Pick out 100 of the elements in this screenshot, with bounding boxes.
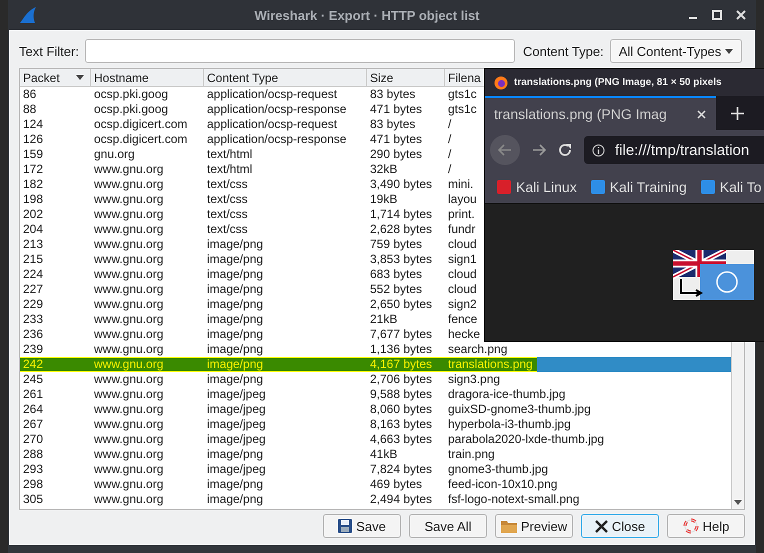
new-tab-icon[interactable] — [731, 106, 744, 120]
lifebuoy-icon — [682, 518, 699, 534]
table-cell-text: text/css — [206, 207, 249, 222]
tab-title: translations.png (PNG Imag — [494, 106, 667, 122]
table-cell-text: application/ocsp-response — [206, 102, 348, 117]
table-cell-text: 239 — [22, 342, 44, 357]
table-cell-text: 471 bytes — [369, 102, 424, 117]
dialog-button[interactable]: Save — [323, 514, 401, 538]
table-cell: image/png — [204, 357, 367, 372]
reload-icon[interactable] — [558, 143, 572, 157]
table-cell-text: 182 — [22, 177, 44, 192]
table-cell-text: www.gnu.org — [93, 417, 164, 432]
table-cell-text: text/html — [206, 162, 254, 177]
scroll-down-icon[interactable] — [734, 500, 742, 505]
dialog-button[interactable]: Preview — [495, 514, 573, 538]
table-row[interactable]: 245 www.gnu.org image/png 2,706 bytes sign3.png — [20, 372, 731, 387]
table-row[interactable]: 267 www.gnu.org image/jpeg 8,163 bytes hyperbola-i3-thumb.jpg — [20, 417, 731, 432]
dialog-button[interactable]: Help — [667, 514, 745, 538]
dropdown-arrow-icon — [724, 48, 733, 54]
table-cell-text: 229 — [22, 297, 44, 312]
x-icon — [594, 520, 608, 532]
folder-icon — [500, 519, 517, 533]
bookmark[interactable]: Kali To — [700, 178, 762, 194]
table-cell-text: image/png — [206, 252, 264, 267]
table-cell-text: sign2 — [447, 297, 477, 312]
back-button[interactable] — [490, 135, 520, 165]
table-cell-text: www.gnu.org — [93, 402, 164, 417]
table-row[interactable]: 305 www.gnu.org image/png 2,494 bytes fsf-logo-notext-small.png — [20, 492, 731, 507]
table-cell-text: feed-icon-10x10.png — [447, 477, 558, 492]
table-cell-text: layou — [447, 192, 477, 207]
table-cell-text: 759 bytes — [369, 237, 424, 252]
browser-logo-icon — [494, 76, 508, 90]
table-row[interactable]: 264 www.gnu.org image/jpeg 8,060 bytes guixSD-gnome3-thumb.jpg — [20, 402, 731, 417]
table-cell-text: / — [447, 117, 452, 132]
table-cell-text: 471 bytes — [369, 132, 424, 147]
table-cell-text: image/jpeg — [206, 417, 267, 432]
bookmark[interactable]: Kali Training — [590, 178, 687, 194]
table-cell-text: www.gnu.org — [93, 267, 164, 282]
table-row[interactable]: 293 www.gnu.org image/jpeg 7,824 bytes gnome3-thumb.jpg — [20, 462, 731, 477]
browser-tab[interactable]: translations.png (PNG Imag — [485, 96, 716, 130]
table-cell-text: www.gnu.org — [93, 492, 164, 507]
table-cell-text: 83 bytes — [369, 117, 416, 132]
column-header[interactable]: Packet — [20, 69, 91, 86]
column-header[interactable]: Hostname — [91, 69, 204, 86]
table-cell-text: 224 — [22, 267, 44, 282]
table-cell-text: 204 — [22, 222, 44, 237]
close-icon[interactable] — [697, 110, 706, 118]
table-cell-text: 1,136 bytes — [369, 342, 434, 357]
table-cell-text: 32kB — [369, 162, 398, 177]
maximize-icon[interactable] — [712, 10, 722, 20]
table-cell-text: 7,677 bytes — [369, 327, 434, 342]
table-cell-text: cloud — [447, 282, 477, 297]
table-cell-text: 552 bytes — [369, 282, 424, 297]
table-row[interactable]: 270 www.gnu.org image/jpeg 4,663 bytes parabola2020-lxde-thumb.jpg — [20, 432, 731, 447]
dialog-button[interactable]: Save All — [409, 514, 487, 538]
table-cell-text: fence — [447, 312, 478, 327]
table-cell-text: 159 — [22, 147, 44, 162]
column-header[interactable]: Filena — [445, 69, 487, 86]
table-cell-text: sign3.png — [447, 372, 500, 387]
table-cell-text: image/jpeg — [206, 402, 267, 417]
dialog-button[interactable]: Close — [581, 514, 659, 538]
column-header[interactable]: Content Type — [204, 69, 367, 86]
table-row[interactable]: 288 www.gnu.org image/png 41kB train.png — [20, 447, 731, 462]
table-cell-text: 2,650 bytes — [369, 297, 434, 312]
table-cell-text: www.gnu.org — [93, 162, 164, 177]
table-cell-text: ocsp.pki.goog — [93, 87, 170, 102]
table-cell-text: cloud — [447, 237, 477, 252]
table-row[interactable]: 242 www.gnu.org image/png 4,167 bytes translations.png — [20, 357, 731, 372]
table-cell-text: www.gnu.org — [93, 252, 164, 267]
table-cell-text: www.gnu.org — [93, 312, 164, 327]
table-cell-text: parabola2020-lxde-thumb.jpg — [447, 432, 604, 447]
content-type-dropdown[interactable]: All Content-Types — [610, 39, 742, 63]
table-cell-text: 7,824 bytes — [369, 462, 434, 477]
bookmark[interactable]: Kali Linux — [497, 178, 577, 194]
table-cell-text: 270 — [22, 432, 44, 447]
table-cell-text: 9,588 bytes — [369, 387, 434, 402]
table-cell-text: www.gnu.org — [93, 177, 164, 192]
close-icon[interactable] — [736, 10, 746, 20]
table-row[interactable]: 298 www.gnu.org image/png 469 bytes feed-icon-10x10.png — [20, 477, 731, 492]
table-cell-text: 198 — [22, 192, 44, 207]
table-cell-text: 86 — [22, 87, 38, 102]
bookmark-label: Kali To — [720, 178, 762, 194]
table-cell-text: www.gnu.org — [93, 237, 164, 252]
table-row[interactable]: 239 www.gnu.org image/png 1,136 bytes search.png — [20, 342, 731, 357]
address-bar[interactable]: file:///tmp/translation — [584, 136, 764, 164]
table-cell-text: image/png — [206, 312, 264, 327]
table-cell-text: 298 — [22, 477, 44, 492]
table-cell-text: www.gnu.org — [93, 192, 164, 207]
forward-arrow-icon[interactable] — [532, 144, 546, 156]
table-cell-text: 215 — [22, 252, 44, 267]
table-row[interactable]: 261 www.gnu.org image/jpeg 9,588 bytes dragora-ice-thumb.jpg — [20, 387, 731, 402]
table-cell-text: text/css — [206, 192, 249, 207]
text-filter-field[interactable] — [84, 39, 515, 63]
table-cell: www.gnu.org — [91, 357, 204, 372]
table-cell-text: 288 — [22, 447, 44, 462]
column-header[interactable]: Size — [367, 69, 445, 86]
table-cell-text: image/png — [206, 477, 264, 492]
table-cell-text: gnome3-thumb.jpg — [447, 462, 548, 477]
table-cell-text: www.gnu.org — [93, 387, 164, 402]
table-cell-text: 683 bytes — [369, 267, 424, 282]
